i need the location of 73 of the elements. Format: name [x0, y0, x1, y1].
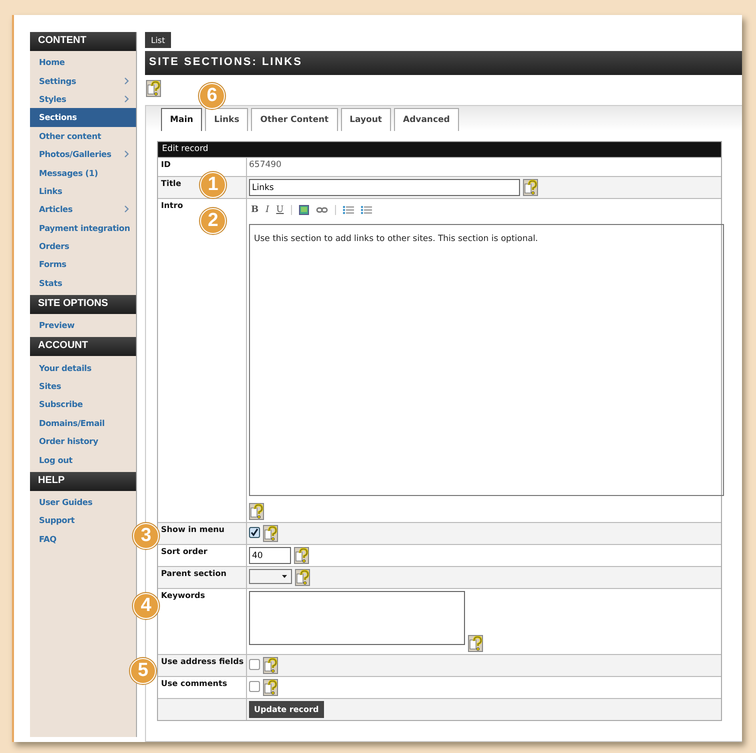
tab[interactable]: Links: [205, 108, 248, 131]
tab[interactable]: Main: [161, 108, 202, 131]
dropdown-arrow-icon: [281, 574, 288, 579]
sidebar-item[interactable]: Sites: [30, 376, 129, 396]
callout-badge: 6: [199, 83, 225, 109]
sidebar-item[interactable]: Stats: [30, 274, 129, 292]
help-icon[interactable]: [294, 547, 309, 564]
numbered-list-icon[interactable]: [360, 205, 372, 215]
format-button[interactable]: U: [276, 205, 284, 215]
sidebar-item[interactable]: Log out: [30, 450, 129, 469]
tab[interactable]: Other Content: [251, 108, 338, 131]
title-field[interactable]: Links: [249, 179, 520, 196]
sidebar-item[interactable]: Your details: [30, 358, 129, 377]
field-label: Use address fields: [161, 657, 244, 666]
sidebar-item[interactable]: Messages (1): [30, 163, 129, 182]
field-label: Sort order: [161, 547, 208, 556]
field-label: Show in menu: [161, 525, 225, 534]
help-icon[interactable]: [523, 179, 538, 196]
sidebar-item[interactable]: Settings: [30, 71, 129, 90]
sidebar-heading: CONTENT: [30, 32, 136, 51]
sidebar-item[interactable]: User Guides: [30, 492, 129, 512]
tab[interactable]: Advanced: [394, 108, 459, 131]
field-label: Title: [161, 179, 182, 188]
field-label: Parent section: [161, 569, 226, 578]
sidebar-item[interactable]: Support: [30, 511, 129, 530]
checkbox[interactable]: [249, 659, 260, 670]
link-icon[interactable]: [316, 206, 328, 214]
update-record-button[interactable]: Update record: [249, 701, 324, 718]
sidebar-item[interactable]: Photos/Galleries: [30, 144, 129, 164]
intro-editor[interactable]: Use this section to add links to other sites. This section is optional.: [249, 224, 724, 496]
help-icon[interactable]: [263, 679, 278, 696]
sidebar-item[interactable]: Sections: [30, 108, 136, 127]
sidebar-heading: ACCOUNT: [30, 337, 136, 356]
id-value: 657490: [249, 160, 282, 170]
help-icon[interactable]: [295, 569, 310, 586]
sidebar-item[interactable]: Payment integration: [30, 218, 129, 237]
sidebar-item[interactable]: Articles: [30, 200, 129, 219]
help-icon[interactable]: [249, 503, 264, 520]
sidebar-heading: HELP: [30, 472, 136, 491]
bullet-list-icon[interactable]: [342, 205, 354, 215]
field-label: Keywords: [161, 591, 206, 600]
sort-order-field[interactable]: 40: [249, 547, 291, 564]
sidebar-item[interactable]: Domains/Email: [30, 414, 129, 432]
intro-text: Use this section to add links to other sites. This section is optional.: [254, 234, 538, 244]
sidebar-item[interactable]: Order history: [30, 432, 129, 450]
format-button[interactable]: I: [266, 205, 270, 215]
page-title: SITE SECTIONS: LINKS: [145, 51, 742, 75]
sidebar-item[interactable]: Home: [30, 53, 129, 72]
help-icon[interactable]: [468, 635, 483, 652]
field-label: Use comments: [161, 679, 228, 688]
sidebar-item[interactable]: Orders: [30, 236, 129, 256]
keywords-field[interactable]: [249, 591, 465, 645]
checkbox[interactable]: [249, 681, 260, 692]
parent-section-dropdown[interactable]: [249, 569, 292, 584]
sidebar-heading: SITE OPTIONS: [30, 295, 136, 314]
sidebar-item[interactable]: Links: [30, 182, 129, 200]
list-button[interactable]: List: [145, 32, 171, 48]
sidebar-item[interactable]: Other content: [30, 126, 129, 145]
sidebar-item[interactable]: Subscribe: [30, 395, 129, 414]
field-label: ID: [161, 160, 171, 169]
format-button[interactable]: B: [251, 205, 259, 215]
help-icon[interactable]: [263, 525, 278, 542]
sidebar-item[interactable]: Forms: [30, 255, 129, 274]
help-icon[interactable]: [263, 657, 278, 674]
help-icon[interactable]: [146, 80, 161, 97]
tab[interactable]: Layout: [340, 108, 391, 131]
field-label: Intro: [161, 201, 183, 210]
sidebar-item[interactable]: Styles: [30, 90, 129, 108]
sidebar-item[interactable]: Preview: [30, 316, 129, 334]
sidebar-item[interactable]: FAQ: [30, 530, 129, 548]
checkbox[interactable]: [249, 527, 260, 538]
table-header: Edit record: [158, 142, 721, 157]
image-icon[interactable]: [298, 205, 309, 215]
